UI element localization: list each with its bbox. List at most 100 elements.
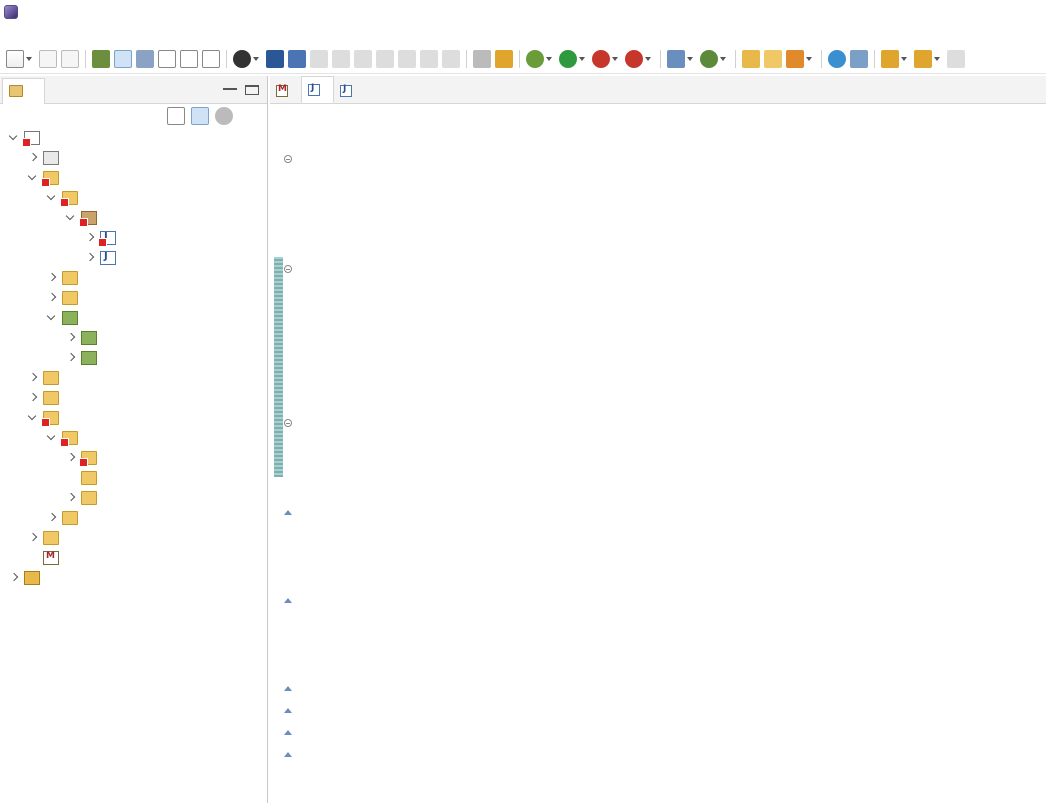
code-line[interactable] <box>317 610 1046 632</box>
code-line[interactable] <box>317 214 1046 236</box>
back-icon[interactable] <box>914 49 932 68</box>
chevron-down-icon[interactable] <box>65 212 77 224</box>
code-line[interactable] <box>317 412 1046 434</box>
editor-tab[interactable] <box>270 78 301 103</box>
chevron-right-icon[interactable] <box>65 332 77 344</box>
mark-occurrences-icon[interactable] <box>114 49 132 68</box>
collapse-all-icon[interactable] <box>167 107 185 125</box>
chevron-right-icon[interactable] <box>46 512 58 524</box>
code-line[interactable] <box>317 324 1046 346</box>
tree-item[interactable] <box>0 528 267 548</box>
save-icon[interactable] <box>39 49 57 68</box>
next-annotation-icon[interactable] <box>136 49 154 68</box>
drop-to-frame-icon[interactable] <box>495 49 513 68</box>
chevron-right-icon[interactable] <box>84 232 96 244</box>
suspend-icon[interactable] <box>332 49 350 68</box>
chevron-down-icon[interactable] <box>46 312 58 324</box>
tree-item[interactable] <box>0 268 267 288</box>
fold-expand-icon[interactable] <box>284 595 292 603</box>
maximize-icon[interactable] <box>245 84 259 95</box>
open-folder-icon[interactable] <box>764 49 782 68</box>
fold-collapse-icon[interactable] <box>284 265 292 273</box>
code-line[interactable] <box>317 566 1046 588</box>
new-java-project-icon[interactable] <box>667 49 685 68</box>
code-line[interactable] <box>317 478 1046 500</box>
use-step-filters-icon[interactable] <box>473 49 491 68</box>
chevron-right-icon[interactable] <box>65 452 77 464</box>
tree-item[interactable] <box>0 288 267 308</box>
code-line[interactable] <box>317 126 1046 148</box>
debug-perspective-icon[interactable] <box>233 49 251 68</box>
chevron-down-icon[interactable] <box>27 172 39 184</box>
code-line[interactable] <box>317 456 1046 478</box>
chevron-right-icon[interactable] <box>46 292 58 304</box>
editor-tab[interactable] <box>334 78 365 103</box>
chevron-down-icon[interactable] <box>46 192 58 204</box>
launch-icon[interactable] <box>786 49 804 68</box>
chevron-down-icon[interactable] <box>8 132 20 144</box>
code-editor[interactable] <box>270 104 1046 803</box>
code-line[interactable] <box>317 258 1046 280</box>
tree-item[interactable] <box>0 308 267 328</box>
chevron-right-icon[interactable] <box>84 252 96 264</box>
external-tools-dropdown[interactable] <box>645 50 652 68</box>
code-line[interactable] <box>317 720 1046 742</box>
step-return-icon[interactable] <box>442 49 460 68</box>
chevron-right-icon[interactable] <box>46 272 58 284</box>
fold-expand-icon[interactable] <box>284 683 292 691</box>
debug-dropdown[interactable] <box>546 50 553 68</box>
console-icon[interactable] <box>266 49 284 68</box>
open-type-icon[interactable] <box>92 49 110 68</box>
code-text[interactable] <box>317 104 1046 786</box>
run-dropdown[interactable] <box>579 50 586 68</box>
chevron-right-icon[interactable] <box>27 392 39 404</box>
code-line[interactable] <box>317 192 1046 214</box>
code-line[interactable] <box>317 368 1046 390</box>
fold-collapse-icon[interactable] <box>284 155 292 163</box>
code-line[interactable] <box>317 104 1046 126</box>
tree-item[interactable] <box>0 468 267 488</box>
chevron-right-icon[interactable] <box>27 532 39 544</box>
resume-icon[interactable] <box>310 49 328 68</box>
pilcrow-icon[interactable] <box>202 49 220 68</box>
tree-item[interactable] <box>0 228 267 248</box>
perspective-dropdown[interactable] <box>253 50 260 68</box>
tree-item[interactable] <box>0 248 267 268</box>
save-all-icon[interactable] <box>61 49 79 68</box>
code-line[interactable] <box>317 302 1046 324</box>
code-line[interactable] <box>317 588 1046 610</box>
search-icon[interactable] <box>850 49 868 68</box>
open-project-icon[interactable] <box>742 49 760 68</box>
editor-tab[interactable] <box>301 76 334 103</box>
block-selection-icon[interactable] <box>180 49 198 68</box>
coverage-icon[interactable] <box>592 49 610 68</box>
debug-icon[interactable] <box>526 49 544 68</box>
filters-icon[interactable] <box>215 107 233 125</box>
fold-expand-icon[interactable] <box>284 705 292 713</box>
new-dropdown[interactable] <box>26 50 33 68</box>
fold-expand-icon[interactable] <box>284 727 292 735</box>
new-class-dropdown[interactable] <box>720 50 727 68</box>
next-edit-dropdown[interactable] <box>901 50 908 68</box>
tree-item[interactable] <box>0 148 267 168</box>
tree-item[interactable] <box>0 448 267 468</box>
code-line[interactable] <box>317 698 1046 720</box>
terminate-icon[interactable] <box>354 49 372 68</box>
tree-item[interactable] <box>0 168 267 188</box>
code-line[interactable] <box>317 434 1046 456</box>
coverage-dropdown[interactable] <box>612 50 619 68</box>
tree-item[interactable] <box>0 388 267 408</box>
tree-item[interactable] <box>0 428 267 448</box>
tree-item[interactable] <box>0 488 267 508</box>
code-line[interactable] <box>317 764 1046 786</box>
code-line[interactable] <box>317 390 1046 412</box>
forward-icon[interactable] <box>947 49 965 68</box>
run-icon[interactable] <box>559 49 577 68</box>
external-tools-icon[interactable] <box>625 49 643 68</box>
tree-item[interactable] <box>0 368 267 388</box>
new-java-dropdown[interactable] <box>687 50 694 68</box>
code-line[interactable] <box>317 632 1046 654</box>
chevron-down-icon[interactable] <box>46 432 58 444</box>
chevron-right-icon[interactable] <box>27 372 39 384</box>
code-line[interactable] <box>317 676 1046 698</box>
